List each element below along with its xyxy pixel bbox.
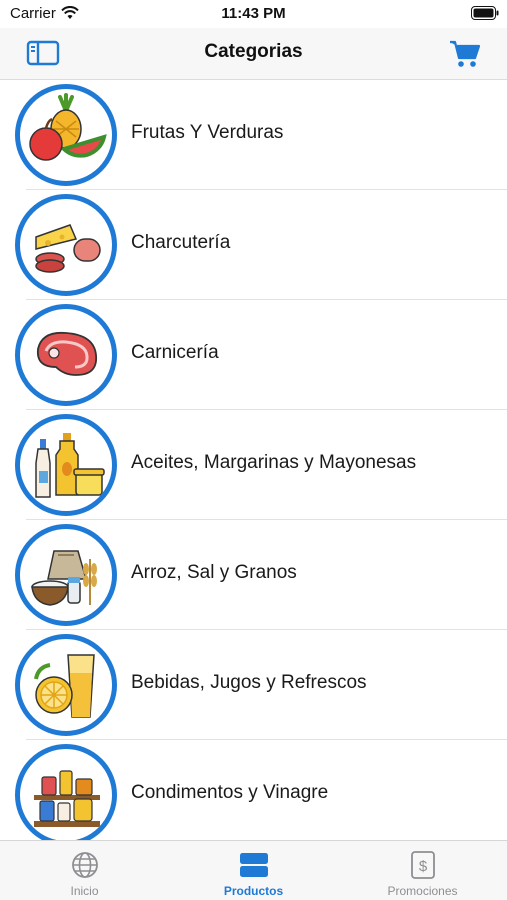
category-label: Frutas Y Verduras [131, 122, 284, 143]
category-row-condimentos[interactable]: Condimentos y Vinagre [0, 740, 507, 840]
navigation-bar: Categorias [0, 28, 507, 80]
meat-icon [15, 304, 117, 406]
tab-promociones[interactable]: $ Promociones [338, 841, 507, 900]
dollar-icon: $ [410, 851, 435, 879]
tab-inicio[interactable]: Inicio [0, 841, 169, 900]
tab-bar: Inicio Productos $ Promociones [0, 840, 507, 900]
tab-label: Promociones [387, 884, 458, 898]
drinks-icon [15, 634, 117, 736]
category-row-charcuteria[interactable]: Charcutería [0, 190, 507, 300]
status-time: 11:43 PM [221, 5, 286, 22]
globe-icon [71, 852, 98, 878]
category-label: Bebidas, Jugos y Refrescos [131, 672, 367, 693]
category-list: Frutas Y Verduras Charcutería Carnicería [0, 80, 507, 840]
category-label: Carnicería [131, 342, 219, 363]
battery-icon [471, 6, 499, 20]
condiments-icon [15, 744, 117, 840]
grains-icon [15, 524, 117, 626]
products-icon [239, 853, 268, 877]
fruits-icon [15, 84, 117, 186]
category-row-frutas[interactable]: Frutas Y Verduras [0, 80, 507, 190]
tab-label: Productos [223, 884, 284, 898]
tab-label: Inicio [70, 884, 99, 898]
cart-icon[interactable] [449, 39, 481, 69]
oils-icon [15, 414, 117, 516]
category-row-arroz[interactable]: Arroz, Sal y Granos [0, 520, 507, 630]
status-bar: Carrier 11:43 PM [0, 0, 507, 28]
deli-icon [15, 194, 117, 296]
category-label: Charcutería [131, 232, 231, 253]
svg-text:$: $ [418, 858, 427, 875]
page-title: Categorias [204, 41, 303, 62]
category-row-carniceria[interactable]: Carnicería [0, 300, 507, 410]
category-row-aceites[interactable]: Aceites, Margarinas y Mayonesas [0, 410, 507, 520]
tab-productos[interactable]: Productos [169, 841, 338, 900]
category-label: Condimentos y Vinagre [131, 782, 329, 803]
category-row-bebidas[interactable]: Bebidas, Jugos y Refrescos [0, 630, 507, 740]
category-label: Aceites, Margarinas y Mayonesas [131, 452, 417, 473]
category-label: Arroz, Sal y Granos [131, 562, 297, 583]
